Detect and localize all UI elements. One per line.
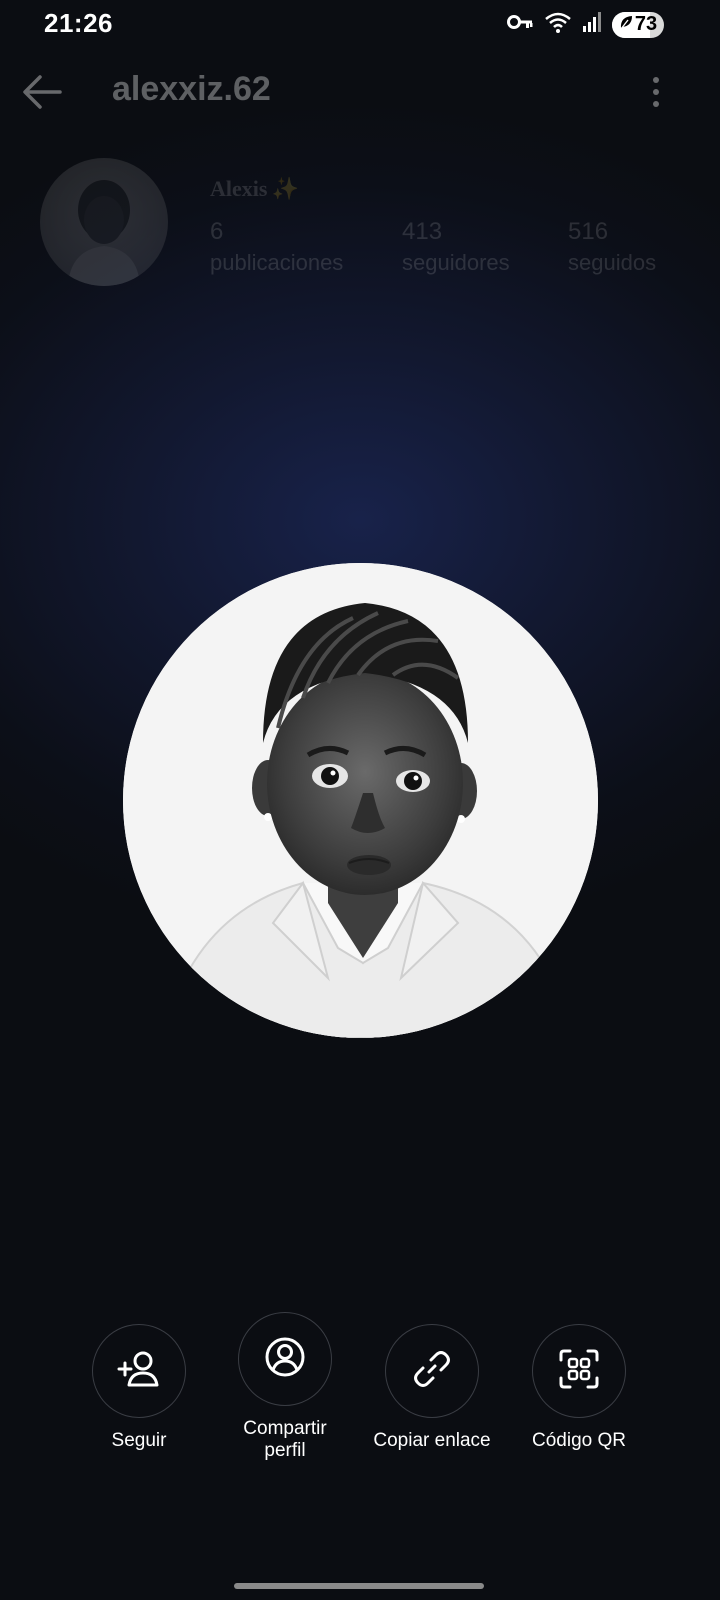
status-bar: 21:26 73	[0, 0, 720, 48]
follow-button-circle[interactable]	[92, 1324, 186, 1418]
profile-photo-large	[123, 563, 598, 1038]
wifi-icon	[544, 10, 572, 39]
more-vertical-icon[interactable]	[644, 74, 668, 110]
share-profile-label: Compartir perfil	[243, 1418, 327, 1461]
profile-photo-viewer: 21:26 73 alexxiz.62 Alexis ✨ 6 publicaci…	[0, 0, 720, 1600]
qr-code-label: Código QR	[532, 1430, 626, 1451]
profile-header: alexxiz.62	[0, 60, 720, 124]
profile-actions: Seguir Compartir perfil Copiar enlace Có…	[0, 1312, 720, 1472]
copy-link-label: Copiar enlace	[373, 1430, 491, 1451]
sparkle-emoji-icon: ✨	[271, 176, 299, 201]
qr-code-icon	[558, 1348, 600, 1395]
stat-posts: 6 publicaciones	[210, 218, 344, 275]
share-profile-button[interactable]: Compartir perfil	[210, 1312, 360, 1462]
copy-link-button-circle[interactable]	[385, 1324, 479, 1418]
status-icons: 73	[506, 10, 664, 39]
share-profile-button-circle[interactable]	[238, 1312, 332, 1406]
display-name: Alexis ✨	[210, 176, 299, 201]
battery-indicator: 73	[612, 11, 664, 38]
signal-icon	[582, 11, 602, 38]
status-time: 21:26	[44, 8, 113, 38]
qr-code-button-circle[interactable]	[532, 1324, 626, 1418]
follow-button[interactable]: Seguir	[64, 1324, 214, 1452]
stat-following: 516 seguidos	[568, 218, 657, 275]
battery-level: 73	[634, 13, 658, 35]
follow-label: Seguir	[111, 1430, 167, 1451]
home-indicator[interactable]	[234, 1583, 484, 1589]
mini-avatar	[40, 158, 168, 286]
back-arrow-icon[interactable]	[20, 72, 64, 112]
battery-saver-leaf-icon	[619, 13, 633, 36]
qr-code-button[interactable]: Código QR	[504, 1324, 654, 1452]
share-profile-icon	[264, 1336, 306, 1383]
copy-link-button[interactable]: Copiar enlace	[357, 1324, 507, 1452]
stat-followers: 413 seguidores	[402, 218, 510, 275]
follow-user-icon	[117, 1349, 161, 1394]
link-icon	[411, 1348, 453, 1395]
profile-summary: Alexis ✨ 6 publicaciones 413 seguidores …	[0, 158, 720, 298]
username-title: alexxiz.62	[112, 70, 271, 108]
vpn-key-icon	[506, 12, 534, 37]
